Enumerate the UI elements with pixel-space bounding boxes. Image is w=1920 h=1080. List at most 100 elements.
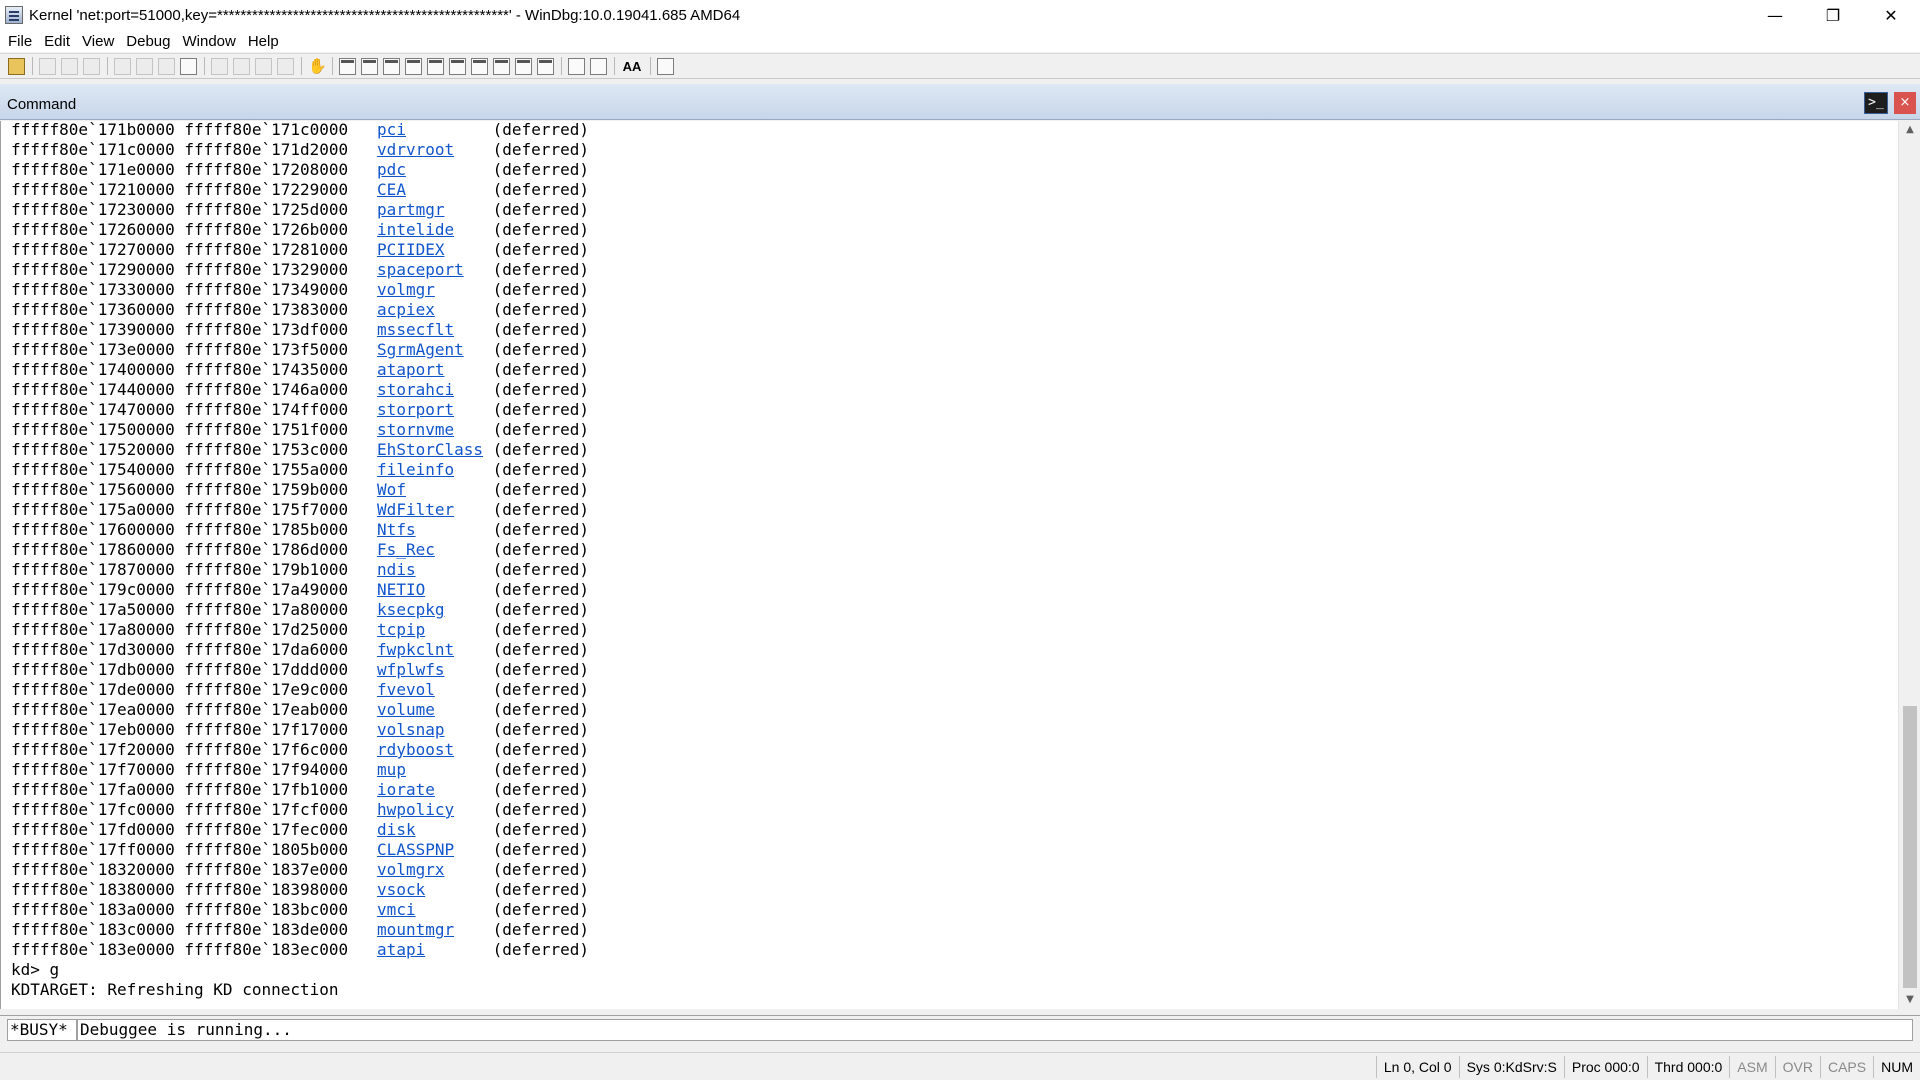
- module-link[interactable]: EhStorClass: [377, 440, 483, 459]
- menu-window[interactable]: Window: [176, 33, 241, 50]
- hand-icon[interactable]: ✋: [308, 58, 327, 75]
- step-over-icon[interactable]: [233, 57, 250, 75]
- module-link[interactable]: storahci: [377, 380, 454, 399]
- module-link[interactable]: iorate: [377, 780, 435, 799]
- module-link[interactable]: mup: [377, 760, 406, 779]
- module-line: fffff80e`175a0000 fffff80e`175f7000 WdFi…: [11, 500, 589, 520]
- watch-window-icon[interactable]: [361, 57, 378, 75]
- module-link[interactable]: volmgr: [377, 280, 435, 299]
- module-link[interactable]: rdyboost: [377, 740, 454, 759]
- module-link[interactable]: ksecpkg: [377, 600, 444, 619]
- module-link[interactable]: intelide: [377, 220, 454, 239]
- module-link[interactable]: fileinfo: [377, 460, 454, 479]
- call-stack-window-icon[interactable]: [449, 57, 466, 75]
- module-link[interactable]: Fs_Rec: [377, 540, 435, 559]
- symbol-status: (deferred): [492, 260, 589, 279]
- module-link[interactable]: atapi: [377, 940, 425, 959]
- close-window-button[interactable]: ✕: [1862, 0, 1920, 30]
- address-range: fffff80e`173e0000 fffff80e`173f5000: [11, 340, 378, 359]
- menu-file[interactable]: File: [2, 33, 38, 50]
- module-link[interactable]: Ntfs: [377, 520, 416, 539]
- symbol-status: (deferred): [492, 940, 589, 959]
- step-out-icon[interactable]: [255, 57, 272, 75]
- vertical-scrollbar[interactable]: ▲ ▼: [1898, 121, 1920, 1009]
- memory-window-icon[interactable]: [427, 57, 444, 75]
- module-link[interactable]: volmgrx: [377, 860, 444, 879]
- module-link[interactable]: pdc: [377, 160, 406, 179]
- restart-icon[interactable]: [136, 57, 153, 75]
- run-to-cursor-icon[interactable]: [277, 57, 294, 75]
- step-into-icon[interactable]: [211, 57, 228, 75]
- menu-help[interactable]: Help: [242, 33, 285, 50]
- module-link[interactable]: wfplwfs: [377, 660, 444, 679]
- scratch-pad-icon[interactable]: [493, 57, 510, 75]
- minimize-button[interactable]: —: [1746, 0, 1804, 30]
- windbg-app-icon[interactable]: [5, 6, 23, 24]
- disassembly-window-icon[interactable]: [471, 57, 488, 75]
- module-link[interactable]: PCIIDEX: [377, 240, 444, 259]
- scroll-down-icon[interactable]: ▼: [1899, 991, 1920, 1009]
- command-prompt-icon[interactable]: >_: [1864, 92, 1888, 114]
- close-pane-icon[interactable]: ×: [1894, 92, 1916, 114]
- module-link[interactable]: mssecflt: [377, 320, 454, 339]
- source-mode-icon[interactable]: [537, 57, 554, 75]
- registers-window-icon[interactable]: [405, 57, 422, 75]
- module-link[interactable]: ndis: [377, 560, 416, 579]
- command-input[interactable]: Debuggee is running...: [77, 1019, 1913, 1041]
- paste-icon[interactable]: [83, 57, 100, 75]
- options-icon[interactable]: [657, 57, 674, 75]
- symbol-status: (deferred): [492, 520, 589, 539]
- scroll-up-icon[interactable]: ▲: [1899, 121, 1920, 139]
- module-link[interactable]: partmgr: [377, 200, 444, 219]
- window-controls: — ❐ ✕: [1746, 0, 1920, 30]
- module-link[interactable]: CEA: [377, 180, 406, 199]
- module-link[interactable]: vmci: [377, 900, 416, 919]
- module-link[interactable]: fvevol: [377, 680, 435, 699]
- module-link[interactable]: fwpkclnt: [377, 640, 454, 659]
- open-folder-icon[interactable]: [8, 57, 25, 75]
- module-line: fffff80e`17330000 fffff80e`17349000 volm…: [11, 280, 589, 300]
- menu-view[interactable]: View: [76, 33, 120, 50]
- processes-threads-icon[interactable]: [515, 57, 532, 75]
- module-link[interactable]: Wof: [377, 480, 406, 499]
- command-window-icon[interactable]: [339, 57, 356, 75]
- menu-edit[interactable]: Edit: [38, 33, 76, 50]
- module-link[interactable]: CLASSPNP: [377, 840, 454, 859]
- module-link[interactable]: volume: [377, 700, 435, 719]
- module-link[interactable]: ataport: [377, 360, 444, 379]
- module-link[interactable]: volsnap: [377, 720, 444, 739]
- module-link[interactable]: spaceport: [377, 260, 464, 279]
- module-link[interactable]: acpiex: [377, 300, 435, 319]
- go-icon[interactable]: [114, 57, 131, 75]
- source-mode-on-icon[interactable]: [568, 57, 585, 75]
- scroll-thumb[interactable]: [1903, 706, 1917, 988]
- cut-icon[interactable]: [39, 57, 56, 75]
- module-link[interactable]: mountmgr: [377, 920, 454, 939]
- module-link[interactable]: hwpolicy: [377, 800, 454, 819]
- module-link[interactable]: tcpip: [377, 620, 425, 639]
- module-link[interactable]: storport: [377, 400, 454, 419]
- module-link[interactable]: pci: [377, 121, 406, 139]
- stop-debugging-icon[interactable]: [158, 57, 175, 75]
- symbol-status: (deferred): [492, 800, 589, 819]
- command-output[interactable]: fffff80e`171b0000 fffff80e`171c0000 pci …: [0, 121, 1898, 1009]
- module-link[interactable]: NETIO: [377, 580, 425, 599]
- copy-icon[interactable]: [61, 57, 78, 75]
- module-link[interactable]: disk: [377, 820, 416, 839]
- module-link[interactable]: stornvme: [377, 420, 454, 439]
- font-icon[interactable]: AA: [621, 58, 643, 75]
- status-field: OVR: [1774, 1055, 1820, 1078]
- source-mode-off-icon[interactable]: [590, 57, 607, 75]
- address-range: fffff80e`171c0000 fffff80e`171d2000: [11, 140, 378, 159]
- module-link[interactable]: SgrmAgent: [377, 340, 464, 359]
- module-link[interactable]: WdFilter: [377, 500, 454, 519]
- module-link[interactable]: vdrvroot: [377, 140, 454, 159]
- break-icon[interactable]: [180, 57, 197, 75]
- module-link[interactable]: vsock: [377, 880, 425, 899]
- menu-debug[interactable]: Debug: [120, 33, 176, 50]
- maximize-button[interactable]: ❐: [1804, 0, 1862, 30]
- locals-window-icon[interactable]: [383, 57, 400, 75]
- module-line: fffff80e`17f70000 fffff80e`17f94000 mup …: [11, 760, 589, 780]
